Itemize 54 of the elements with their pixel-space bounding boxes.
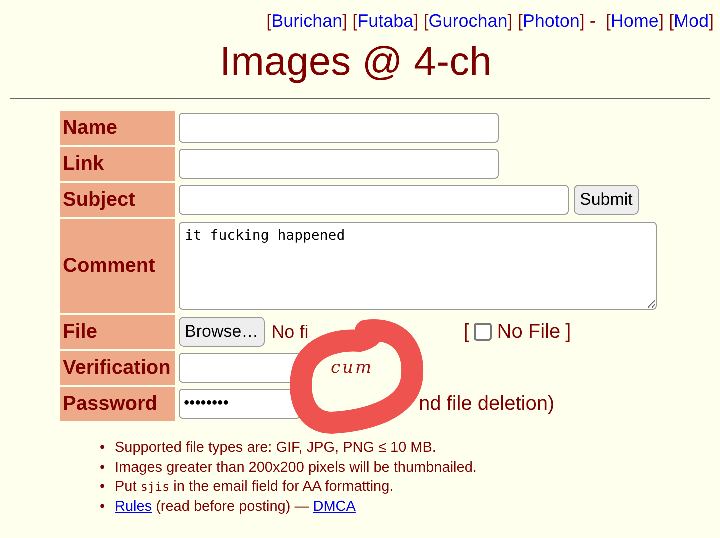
- rule-text: Put: [115, 478, 137, 497]
- bracket: [: [464, 320, 470, 344]
- captcha-text: cum: [331, 358, 374, 378]
- no-file-checkbox[interactable]: [474, 323, 492, 341]
- bullet: •: [100, 478, 106, 497]
- bracket: [: [266, 11, 272, 31]
- field-label: Link: [60, 147, 175, 181]
- rule-text: Supported file types are: GIF, JPG, PNG ≤ 10 MB.: [115, 439, 436, 458]
- bracket: [: [606, 11, 611, 31]
- field-label: File: [60, 315, 175, 349]
- bracket: ]: [414, 11, 419, 31]
- nav-link[interactable]: Photon: [522, 11, 580, 31]
- verification-field[interactable]: [179, 353, 301, 383]
- rule-text: (read before posting) —: [156, 498, 310, 516]
- bracket: ]: [566, 320, 572, 344]
- link-field[interactable]: [179, 149, 499, 179]
- no-file-label: No File: [497, 320, 561, 344]
- board-title: Images @ 4-ch: [220, 39, 492, 86]
- subject-field[interactable]: [179, 185, 569, 215]
- nav-link[interactable]: Futaba: [358, 11, 414, 31]
- bullet: •: [100, 458, 106, 478]
- rule-text: in the email field for AA formatting.: [174, 478, 394, 497]
- nav-link[interactable]: Home: [610, 11, 659, 31]
- bracket: [: [352, 11, 358, 31]
- rules-link[interactable]: Rules: [115, 498, 152, 517]
- bracket: ]: [342, 11, 348, 31]
- nav-link[interactable]: Burichan: [272, 11, 343, 31]
- field-label: Verification: [60, 351, 175, 385]
- browse-button[interactable]: Browse…: [179, 317, 265, 347]
- submit-button[interactable]: Submit: [574, 185, 639, 215]
- nav-separator: -: [590, 11, 596, 31]
- password-field[interactable]: ••••••••: [179, 389, 301, 419]
- bracket: ]: [580, 11, 585, 31]
- nav-link[interactable]: Gurochan: [428, 11, 508, 31]
- field-label: Password: [60, 387, 175, 421]
- nav-link[interactable]: Mod: [674, 11, 709, 31]
- rule-text: Images greater than 200x200 pixels will be thumbnailed.: [115, 458, 477, 478]
- comment-field[interactable]: it fucking happened: [179, 222, 657, 310]
- bracket: [: [424, 11, 429, 31]
- bracket: [: [518, 11, 523, 31]
- field-label: Name: [60, 111, 175, 145]
- bullet: •: [100, 498, 106, 516]
- name-field[interactable]: [179, 113, 499, 143]
- bracket: ]: [658, 11, 664, 31]
- bracket: ]: [708, 11, 714, 31]
- dmca-link[interactable]: DMCA: [313, 498, 356, 517]
- field-label: Subject: [60, 183, 175, 217]
- password-note: nd file deletion): [419, 392, 555, 416]
- bullet: •: [100, 439, 106, 458]
- bracket: [: [668, 11, 674, 31]
- bracket: ]: [508, 11, 513, 31]
- field-label: Comment: [60, 219, 175, 313]
- file-status: No fi: [272, 322, 309, 342]
- code-text: sjis: [140, 479, 170, 496]
